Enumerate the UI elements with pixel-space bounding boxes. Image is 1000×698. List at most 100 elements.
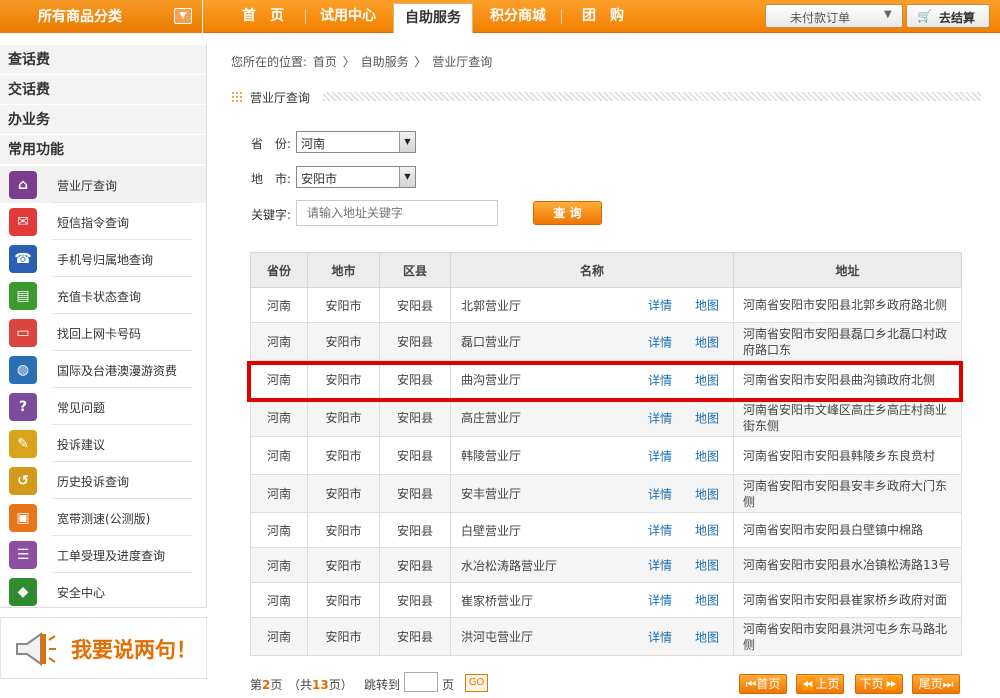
sidebar-section-check-bill[interactable]: 查话费 (0, 45, 206, 75)
sidebar-item-recover-card[interactable]: ▭ 找回上网卡号码 (0, 314, 206, 351)
cell-county: 安阳县 (379, 398, 451, 437)
nav-home[interactable]: 首 页 (222, 0, 304, 33)
cart-icon: 🛒 (917, 9, 932, 23)
cell-province: 河南 (250, 287, 308, 323)
sidebar-item-faq[interactable]: ? 常见问题 (0, 388, 206, 425)
table-row: 河南 安阳市 安阳县 水冶松涛路营业厅 详情 地图 河南省安阳市安阳县水冶镇松涛… (250, 547, 962, 583)
cell-city: 安阳市 (307, 322, 380, 361)
detail-link[interactable]: 详情 (648, 409, 672, 426)
cell-province: 河南 (250, 436, 308, 475)
detail-link[interactable]: 详情 (648, 447, 672, 464)
chevron-down-icon[interactable]: ▼ (174, 8, 192, 24)
sidebar-item-label: 手机号归属地查询 (57, 253, 154, 267)
breadcrumb-home[interactable]: 首页 (313, 55, 337, 69)
sidebar-item-speed-test[interactable]: ▣ 宽带测速(公测版) (0, 499, 206, 536)
cell-county: 安阳县 (379, 512, 451, 548)
detail-link[interactable]: 详情 (648, 628, 672, 645)
store-name: 白壁营业厅 (461, 523, 522, 538)
cell-address: 河南省安阳市安阳县磊口乡北磊口村政府路口东 (733, 322, 962, 361)
cell-name: 白壁营业厅 详情 地图 (450, 512, 734, 548)
total-pages: （共13页） (288, 676, 353, 693)
prev-page-button[interactable]: ⏪上页 (796, 674, 844, 694)
map-link[interactable]: 地图 (695, 333, 719, 350)
unpaid-orders-dropdown[interactable]: 未付款订单 ▼ (765, 4, 903, 28)
store-name: 韩陵营业厅 (461, 449, 522, 463)
jump-page-input[interactable] (404, 672, 438, 692)
megaphone-icon (16, 632, 56, 666)
category-menu[interactable]: 所有商品分类 ▼ (0, 0, 203, 33)
feedback-banner[interactable]: 我要说两句！ (0, 617, 207, 679)
sidebar-item-label: 历史投诉查询 (57, 475, 130, 489)
sidebar-item-card-status[interactable]: ▤ 充值卡状态查询 (0, 277, 206, 314)
table-row: 河南 安阳市 安阳县 北郭营业厅 详情 地图 河南省安阳市安阳县北郭乡政府路北侧 (250, 287, 962, 323)
column-header-address: 地址 (733, 252, 962, 288)
last-page-button[interactable]: 尾页⏭ (912, 674, 960, 694)
table-row: 河南 安阳市 安阳县 韩陵营业厅 详情 地图 河南省安阳市安阳县韩陵乡东良贲村 (250, 436, 962, 475)
sidebar-item-label: 安全中心 (57, 586, 106, 600)
detail-link[interactable]: 详情 (648, 557, 672, 574)
nav-trial-center[interactable]: 试用中心 (306, 0, 390, 33)
cell-address: 河南省安阳市文峰区高庄乡高庄村商业街东侧 (733, 398, 962, 437)
detail-link[interactable]: 详情 (648, 333, 672, 350)
jump-suffix: 页 (442, 678, 455, 692)
map-link[interactable]: 地图 (695, 485, 719, 502)
go-button[interactable]: GO (465, 674, 488, 692)
checkout-button[interactable]: 🛒 去结算 (906, 4, 990, 28)
section-title: 营业厅查询 (231, 88, 981, 105)
store-name: 安丰营业厅 (461, 487, 522, 501)
column-header-city: 地市 (307, 252, 380, 288)
cell-name: 韩陵营业厅 详情 地图 (450, 436, 734, 475)
chevron-down-icon[interactable]: ▼ (399, 167, 415, 187)
detail-link[interactable]: 详情 (648, 297, 672, 314)
map-link[interactable]: 地图 (695, 297, 719, 314)
keyword-input[interactable] (296, 200, 498, 226)
chevron-down-icon[interactable]: ▼ (399, 132, 415, 152)
map-link[interactable]: 地图 (695, 557, 719, 574)
map-link[interactable]: 地图 (695, 592, 719, 609)
nav-group-buy[interactable]: 团 购 (562, 0, 644, 33)
breadcrumb-self-service[interactable]: 自助服务 (361, 55, 409, 69)
next-page-label: 下页 (859, 677, 884, 691)
detail-link[interactable]: 详情 (648, 485, 672, 502)
province-label: 省 份: (251, 137, 292, 151)
cell-county: 安阳县 (379, 582, 451, 618)
sidebar-section-pay-bill[interactable]: 交话费 (0, 75, 206, 105)
first-page-button[interactable]: ⏮首页 (739, 674, 787, 694)
sidebar-section-business[interactable]: 办业务 (0, 105, 206, 135)
sidebar-item-sms-command[interactable]: ✉ 短信指令查询 (0, 203, 206, 240)
cell-name: 水冶松涛路营业厅 详情 地图 (450, 547, 734, 583)
sidebar-section-common: 常用功能 (0, 135, 206, 165)
column-header-county: 区县 (379, 252, 451, 288)
cell-address: 河南省安阳市安阳县韩陵乡东良贲村 (733, 436, 962, 475)
map-link[interactable]: 地图 (695, 522, 719, 539)
nav-points-mall[interactable]: 积分商城 (476, 0, 560, 33)
province-select[interactable]: 河南 ▼ (296, 131, 416, 153)
cell-name: 高庄营业厅 详情 地图 (450, 398, 734, 437)
city-select[interactable]: 安阳市 ▼ (296, 166, 416, 188)
sidebar-item-store-query[interactable]: ⌂ 营业厅查询 (0, 166, 206, 203)
map-link[interactable]: 地图 (695, 447, 719, 464)
section-divider (323, 92, 981, 101)
sidebar-item-work-order[interactable]: ☰ 工单受理及进度查询 (0, 536, 206, 573)
cell-address: 河南省安阳市安阳县北郭乡政府路北侧 (733, 287, 962, 323)
sidebar-item-roaming-rates[interactable]: ◍ 国际及台港澳漫游资费 (0, 351, 206, 388)
map-link[interactable]: 地图 (695, 628, 719, 645)
sidebar-item-complaint-history[interactable]: ↺ 历史投诉查询 (0, 462, 206, 499)
table-row: 河南 安阳市 安阳县 崔家桥营业厅 详情 地图 河南省安阳市安阳县崔家桥乡政府对… (250, 582, 962, 618)
cell-city: 安阳市 (307, 617, 380, 656)
query-button[interactable]: 查 询 (533, 201, 602, 225)
detail-link[interactable]: 详情 (648, 592, 672, 609)
cell-province: 河南 (250, 512, 308, 548)
next-page-button[interactable]: 下页⏩ (855, 674, 903, 694)
total-suffix: 页） (328, 678, 353, 692)
cell-city: 安阳市 (307, 287, 380, 323)
cell-name: 洪河屯营业厅 详情 地图 (450, 617, 734, 656)
nav-self-service[interactable]: 自助服务 (393, 3, 473, 33)
sidebar-item-number-location[interactable]: ☎ 手机号归属地查询 (0, 240, 206, 277)
detail-link[interactable]: 详情 (648, 522, 672, 539)
province-value: 河南 (301, 137, 326, 151)
sidebar-item-security-center[interactable]: ◆ 安全中心 (0, 573, 206, 610)
map-link[interactable]: 地图 (695, 409, 719, 426)
phone-search-icon: ☎ (9, 245, 37, 273)
sidebar-item-complaint[interactable]: ✎ 投诉建议 (0, 425, 206, 462)
